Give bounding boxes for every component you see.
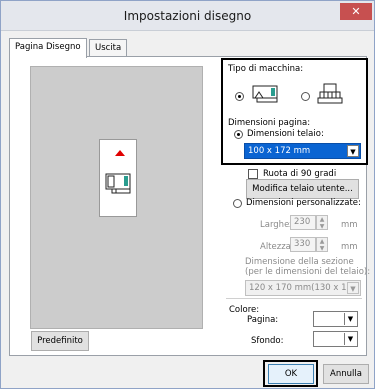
- divider: [226, 298, 362, 299]
- cancel-button[interactable]: Annulla: [323, 364, 369, 384]
- embroidery-machine-icon: [252, 85, 278, 103]
- section-size-select: 120 x 170 mm(130 x 180 m ▼: [245, 280, 361, 296]
- section-size-value: 120 x 170 mm(130 x 180 m: [249, 283, 361, 293]
- section-size-sublabel: (per le dimensioni del telaio):: [245, 267, 371, 277]
- hoop-size-label: Dimensioni telaio:: [247, 129, 324, 139]
- page-preview: [30, 66, 203, 329]
- radio-custom-size[interactable]: [233, 199, 242, 208]
- machine-type-label: Tipo di macchina:: [228, 64, 304, 74]
- chevron-down-icon: ▼: [344, 333, 356, 345]
- background-color-select[interactable]: ▼: [313, 331, 358, 347]
- close-button[interactable]: ✕: [340, 3, 372, 20]
- background-color-label: Sfondo:: [251, 336, 284, 346]
- color-label: Colore:: [229, 305, 260, 315]
- height-input[interactable]: 330: [290, 237, 316, 252]
- radio-single-needle-machine[interactable]: [235, 92, 244, 101]
- rotate-label: Ruota di 90 gradi: [263, 169, 337, 179]
- multi-needle-machine-icon: [317, 83, 343, 104]
- width-spinner[interactable]: ▲ ▼: [316, 215, 328, 230]
- default-button[interactable]: Predefinito: [31, 331, 89, 351]
- section-size-label: Dimensione della sezione: [245, 257, 354, 267]
- height-label: Altezza:: [260, 242, 294, 252]
- hoop-size-value: 100 x 172 mm: [248, 146, 311, 156]
- page-sheet: [99, 139, 137, 217]
- dialog-title: Impostazioni disegno: [123, 9, 252, 23]
- tab-uscita[interactable]: Uscita: [89, 39, 128, 57]
- chevron-down-icon: ▼: [344, 313, 356, 325]
- width-unit: mm: [341, 220, 358, 230]
- title-bar: Impostazioni disegno ✕: [1, 1, 374, 31]
- page-color-label: Pagina:: [247, 315, 279, 325]
- rotate-checkbox[interactable]: [248, 169, 258, 179]
- chevron-down-icon: ▼: [347, 145, 359, 157]
- height-unit: mm: [341, 242, 358, 252]
- radio-multi-needle-machine[interactable]: [301, 92, 310, 101]
- radio-hoop-size[interactable]: [234, 130, 243, 139]
- dialog-window: Impostazioni disegno ✕ Pagina Disegno Us…: [0, 0, 375, 389]
- custom-size-label: Dimensioni personalizzate:: [246, 198, 361, 208]
- embroidery-machine-icon: [105, 173, 131, 194]
- page-color-select[interactable]: ▼: [313, 311, 358, 327]
- page-size-label: Dimensioni pagina:: [228, 118, 311, 128]
- chevron-down-icon: ▼: [347, 282, 359, 294]
- ok-button[interactable]: OK: [268, 364, 314, 384]
- height-spinner[interactable]: ▲ ▼: [316, 237, 328, 252]
- hoop-size-select[interactable]: 100 x 172 mm ▼: [244, 143, 361, 159]
- modify-user-hoop-button[interactable]: Modifica telaio utente...: [246, 179, 359, 199]
- orientation-arrow-icon: [115, 150, 125, 156]
- width-input[interactable]: 230: [290, 215, 316, 230]
- tab-pagina-disegno[interactable]: Pagina Disegno: [9, 38, 87, 58]
